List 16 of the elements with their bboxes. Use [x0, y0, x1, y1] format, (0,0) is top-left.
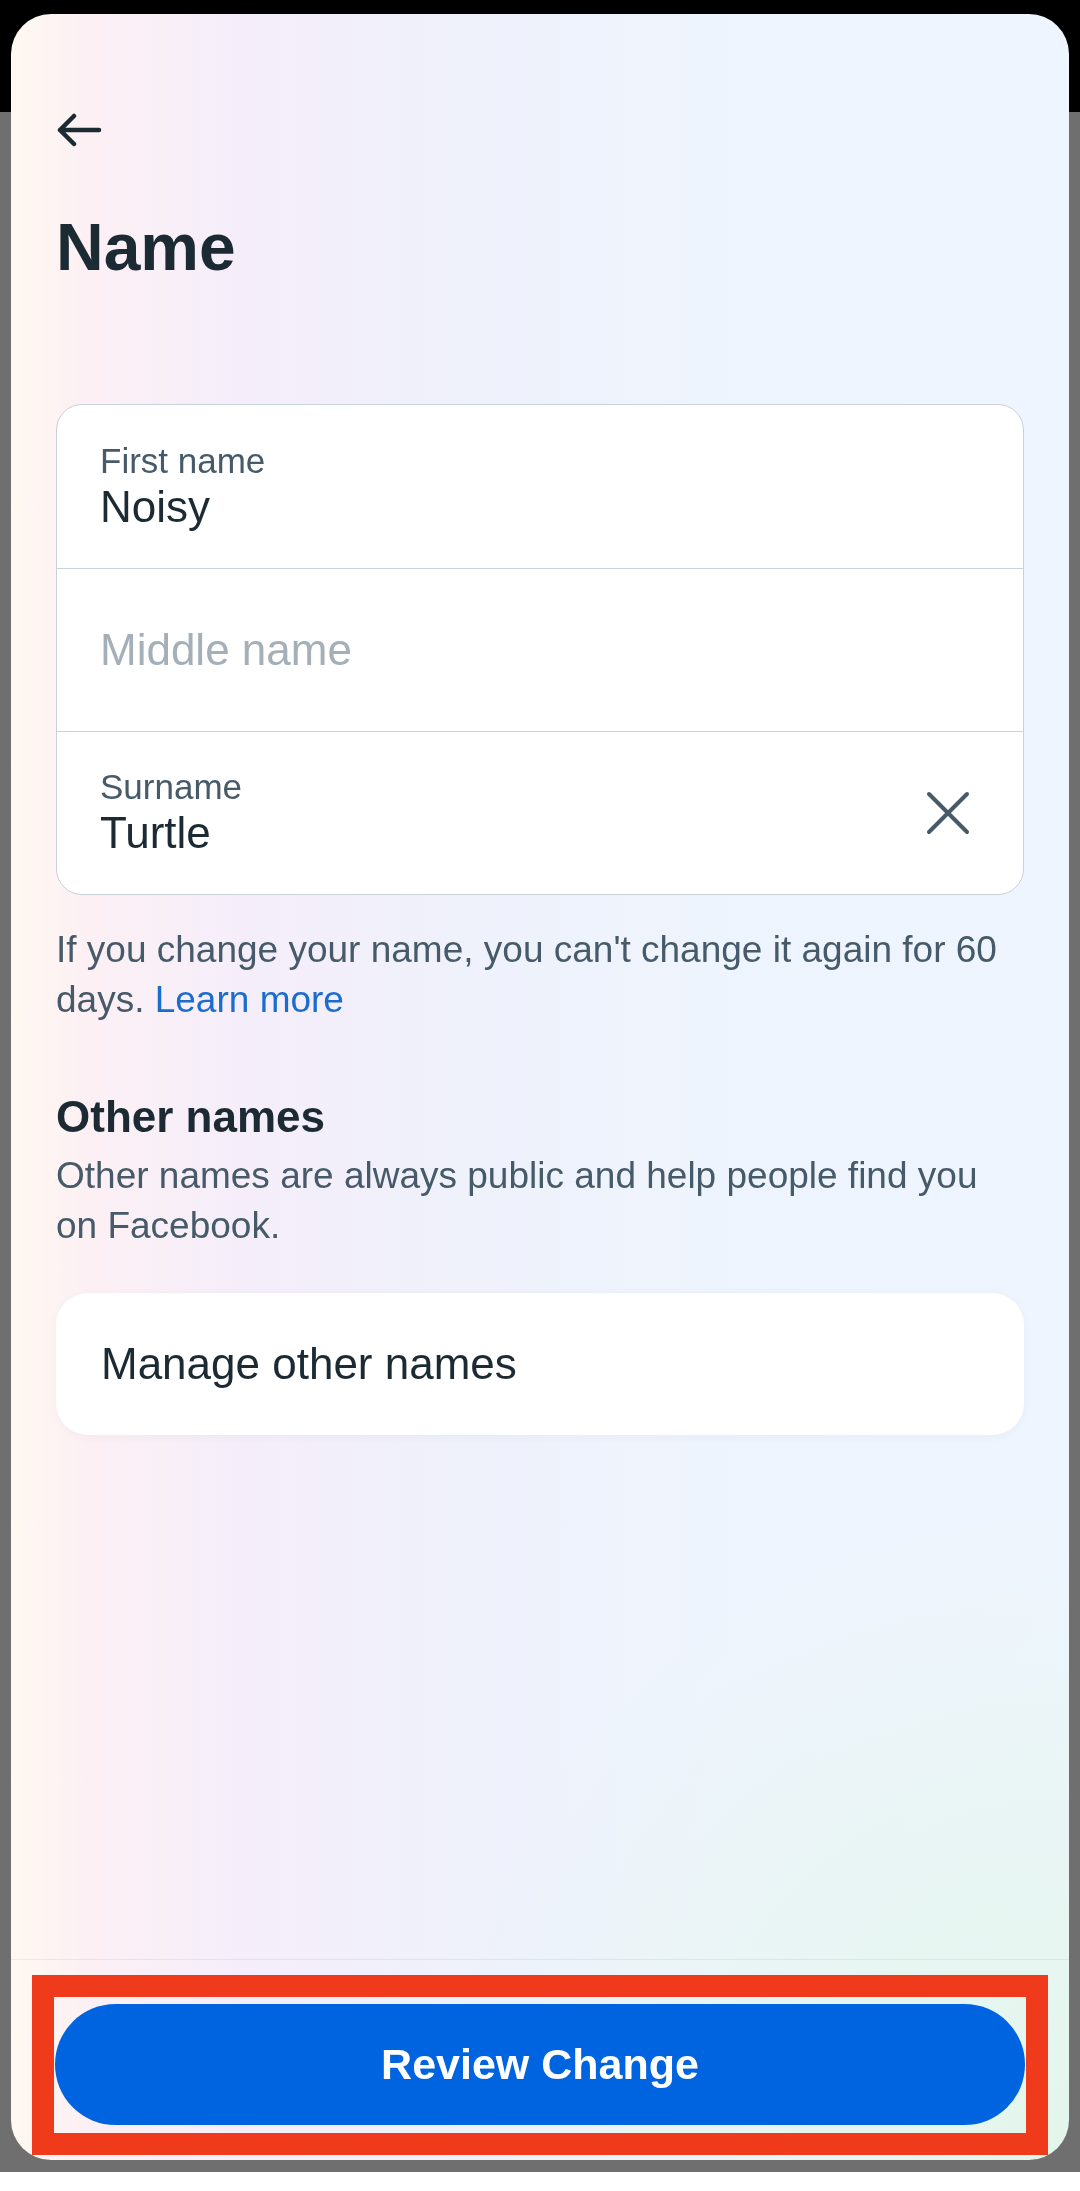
field-label: Surname	[100, 767, 243, 807]
review-change-button[interactable]: Review Change	[55, 2004, 1025, 2125]
back-button[interactable]	[56, 113, 102, 147]
clear-button[interactable]	[926, 791, 970, 835]
notice-text: If you change your name, you can't change it again for 60 days. Learn more	[56, 928, 998, 1022]
arrow-left-icon	[56, 113, 102, 147]
section-heading: Other names	[56, 1091, 326, 1143]
name-input[interactable]: Noisy	[100, 480, 970, 533]
manage-names-button[interactable]: Manage other names	[56, 1293, 1024, 1435]
name-input[interactable]: Turtle	[100, 807, 926, 859]
section-description: Other names are always public and help people find you on Facebook.	[56, 1154, 979, 1248]
learn-more-link[interactable]: Learn more	[154, 979, 344, 1020]
page-title: Name	[56, 209, 237, 285]
close-icon	[926, 791, 970, 835]
name-input[interactable]: Middle name	[100, 624, 970, 676]
field-label: First name	[100, 440, 266, 481]
